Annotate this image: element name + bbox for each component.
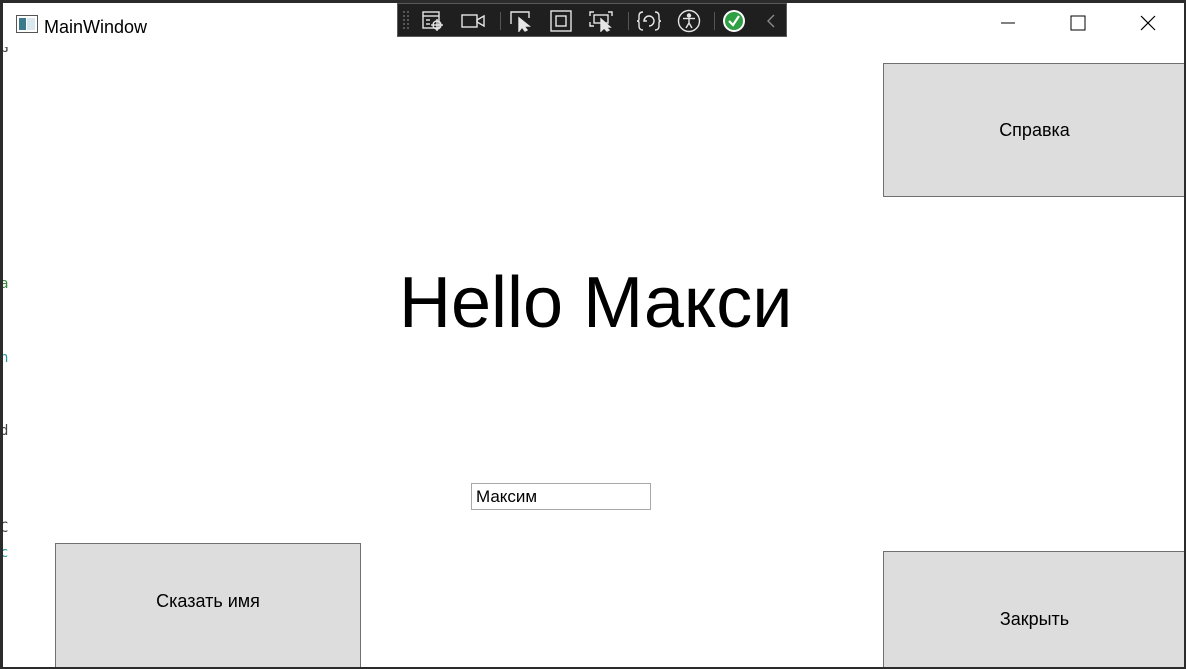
close-button[interactable]: Закрыть xyxy=(883,551,1186,669)
greeting-label: Hello Максим xyxy=(399,263,789,343)
minimize-icon xyxy=(1000,15,1016,35)
binding-check-icon[interactable] xyxy=(721,9,747,33)
background-window-glyph: n xyxy=(0,350,9,366)
hot-reload-icon[interactable] xyxy=(636,9,662,33)
select-element-icon[interactable] xyxy=(508,9,534,33)
name-input[interactable] xyxy=(471,483,651,510)
minimize-button[interactable] xyxy=(973,3,1043,47)
track-focused-element-icon[interactable] xyxy=(588,9,614,33)
toolbar-grip-icon[interactable] xyxy=(402,10,410,32)
background-window-glyph: c xyxy=(0,545,9,561)
background-window-glyph: a xyxy=(0,276,9,292)
background-window-glyph: C xyxy=(0,520,9,536)
toolbar-separator xyxy=(500,12,501,30)
say-name-button[interactable]: Сказать имя xyxy=(55,543,361,669)
window-title: MainWindow xyxy=(44,17,148,37)
live-visual-tree-icon[interactable] xyxy=(420,9,446,33)
collapse-chevron-icon[interactable] xyxy=(758,9,784,33)
accessibility-icon[interactable] xyxy=(676,9,702,33)
debug-toolbar xyxy=(397,3,787,37)
close-window-button[interactable] xyxy=(1113,3,1183,47)
record-icon[interactable] xyxy=(460,9,486,33)
greeting-label-container: Hello Максим xyxy=(397,258,789,348)
help-button[interactable]: Справка xyxy=(883,63,1186,197)
toolbar-separator xyxy=(714,12,715,30)
app-icon xyxy=(16,15,38,33)
background-window-glyph: d xyxy=(0,423,9,439)
display-layout-adorners-icon[interactable] xyxy=(548,9,574,33)
toolbar-separator xyxy=(628,12,629,30)
close-icon xyxy=(1140,15,1156,35)
maximize-icon xyxy=(1070,15,1086,35)
maximize-button[interactable] xyxy=(1043,3,1113,47)
